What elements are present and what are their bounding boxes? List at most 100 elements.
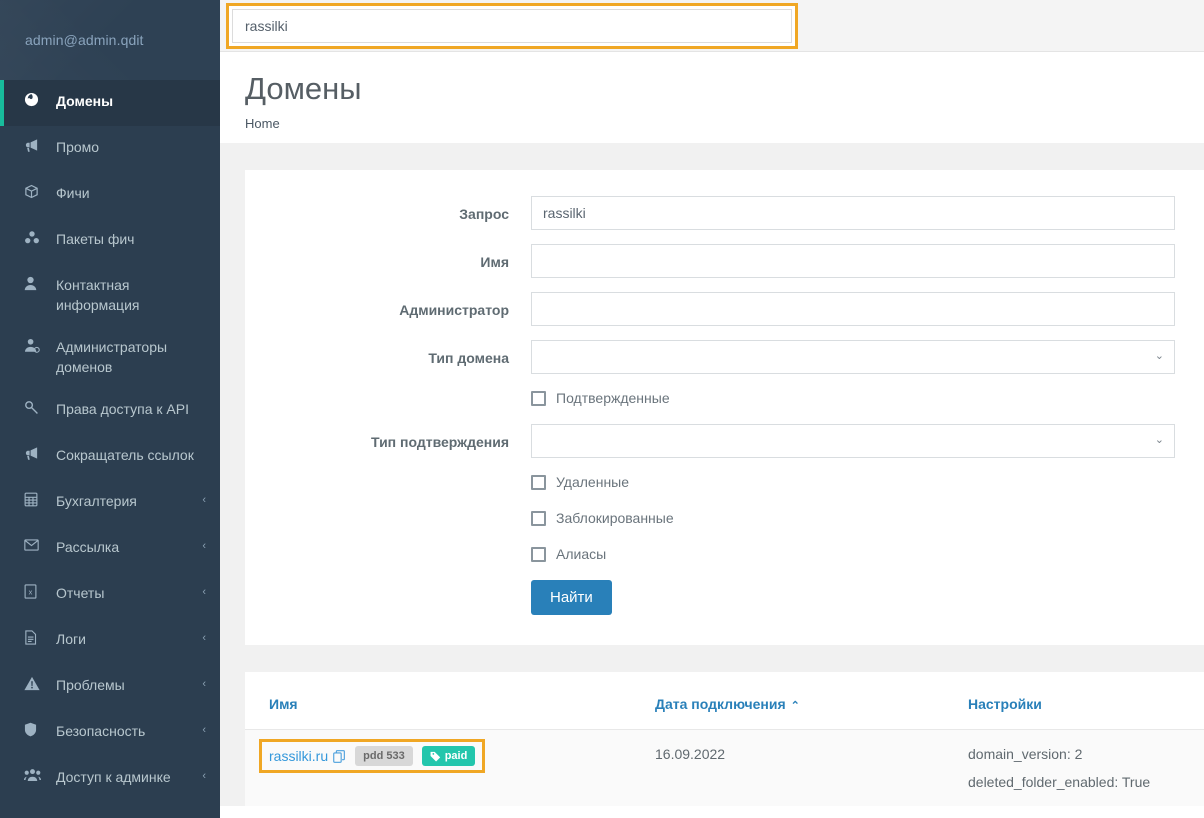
spacer-mid bbox=[220, 645, 1204, 672]
shield-icon bbox=[24, 721, 46, 737]
user-panel: admin@admin.qdit bbox=[0, 0, 220, 80]
results-table-head: Имя Дата подключения ⌃ Настройки bbox=[245, 672, 1204, 730]
excel-file-icon: x bbox=[24, 583, 46, 599]
chevron-left-icon[interactable]: ‹ bbox=[202, 767, 206, 785]
chevron-left-icon[interactable]: ‹ bbox=[202, 583, 206, 601]
sidebar-item-label: Бухгалтерия bbox=[56, 493, 137, 509]
sidebar-item-5[interactable]: Контактная информация bbox=[0, 264, 220, 326]
sidebar-item-14[interactable]: Безопасность ‹ bbox=[0, 710, 220, 756]
form-row-confirm-type: Тип подтверждения ⌄ bbox=[245, 424, 1204, 458]
copy-icon[interactable] bbox=[333, 749, 346, 763]
table-row: rassilki.ru pdd 533 paid 16.09.2022 domain_v… bbox=[245, 729, 1204, 806]
sidebar-item-label: Права доступа к API bbox=[56, 401, 189, 417]
domain-link[interactable]: rassilki.ru bbox=[269, 748, 328, 764]
confirm-type-label: Тип подтверждения bbox=[371, 434, 509, 450]
blocked-checkbox-label[interactable]: Заблокированные bbox=[556, 510, 674, 526]
sidebar-item-label: Домены bbox=[56, 93, 114, 109]
global-search-highlight bbox=[226, 3, 798, 49]
sidebar-item-label: Рассылка bbox=[56, 539, 120, 555]
topbar bbox=[220, 0, 1204, 52]
sidebar-item-11[interactable]: x Отчеты ‹ bbox=[0, 572, 220, 618]
file-text-icon bbox=[24, 629, 46, 645]
name-field[interactable] bbox=[531, 244, 1175, 278]
page-title: Домены bbox=[245, 71, 362, 106]
column-header-1[interactable]: Имя bbox=[245, 672, 645, 730]
sidebar-item-3[interactable]: Фичи bbox=[0, 172, 220, 218]
main-content: Домены Home Запрос Имя Администратор Тип до… bbox=[220, 52, 1204, 818]
table-header-row: Имя Дата подключения ⌃ Настройки bbox=[245, 672, 1204, 730]
sidebar-item-label: Безопасность bbox=[56, 723, 146, 739]
confirm-type-select[interactable] bbox=[531, 424, 1175, 458]
domain-type-select-wrap: ⌄ bbox=[531, 340, 1175, 374]
chevron-left-icon[interactable]: ‹ bbox=[202, 491, 206, 509]
admin-field-label: Администратор bbox=[399, 302, 509, 318]
sidebar-item-4[interactable]: Пакеты фич bbox=[0, 218, 220, 264]
sidebar-item-8[interactable]: Сокращатель ссылок bbox=[0, 434, 220, 480]
search-submit-button[interactable]: Найти bbox=[531, 580, 612, 615]
sidebar-item-label: Отчеты bbox=[56, 585, 105, 601]
form-row-admin-field: Администратор bbox=[245, 292, 1204, 326]
admin-field[interactable] bbox=[531, 292, 1175, 326]
aliases-checkbox-label[interactable]: Алиасы bbox=[556, 546, 606, 562]
domain-type-select-label: Тип домена bbox=[428, 350, 509, 366]
domain-filter-form: Запрос Имя Администратор Тип домена ⌄ Подтвер… bbox=[245, 170, 1204, 645]
blocked-checkbox[interactable] bbox=[531, 510, 546, 526]
tag-icon bbox=[430, 751, 441, 762]
cell-connection-date: 16.09.2022 bbox=[645, 729, 950, 806]
chevron-left-icon[interactable]: ‹ bbox=[202, 675, 206, 693]
name-field-label: Имя bbox=[480, 254, 509, 270]
content-body: Запрос Имя Администратор Тип домена ⌄ Подтвер… bbox=[220, 143, 1204, 806]
aliases-checkbox[interactable] bbox=[531, 546, 546, 562]
sidebar-item-label: Администраторы доменов bbox=[56, 339, 168, 375]
sidebar-item-label: Логи bbox=[56, 631, 86, 647]
sidebar-item-15[interactable]: Доступ к админке ‹ bbox=[0, 756, 220, 802]
form-row-name-field: Имя bbox=[245, 244, 1204, 278]
column-header-3[interactable]: Настройки bbox=[950, 672, 1204, 730]
user-icon bbox=[24, 275, 46, 291]
sidebar-item-13[interactable]: Проблемы ‹ bbox=[0, 664, 220, 710]
chevron-left-icon[interactable]: ‹ bbox=[202, 721, 206, 739]
chevron-left-icon[interactable]: ‹ bbox=[202, 537, 206, 555]
cubes-icon bbox=[24, 229, 46, 245]
confirmed-checkbox-label[interactable]: Подтвержденные bbox=[556, 390, 670, 406]
warning-icon bbox=[24, 675, 46, 691]
sidebar-item-10[interactable]: Рассылка ‹ bbox=[0, 526, 220, 572]
sidebar-item-2[interactable]: Промо bbox=[0, 126, 220, 172]
form-row-domain-type-select: Тип домена ⌄ bbox=[245, 340, 1204, 374]
sidebar-item-7[interactable]: Права доступа к API bbox=[0, 388, 220, 434]
query-field[interactable] bbox=[531, 196, 1175, 230]
sort-ascending-icon: ⌃ bbox=[790, 700, 800, 712]
column-header-2[interactable]: Дата подключения ⌃ bbox=[645, 672, 950, 730]
cube-icon bbox=[24, 183, 46, 199]
sidebar-item-12[interactable]: Логи ‹ bbox=[0, 618, 220, 664]
column-header-label: Дата подключения bbox=[655, 696, 786, 712]
sidebar-item-label: Сокращатель ссылок bbox=[56, 447, 194, 463]
page-header: Домены Home bbox=[220, 52, 1204, 143]
domain-type-select[interactable] bbox=[531, 340, 1175, 374]
confirmed-checkbox[interactable] bbox=[531, 390, 546, 406]
cell-settings: domain_version: 2 deleted_folder_enabled:… bbox=[950, 729, 1204, 806]
sidebar-item-6[interactable]: Администраторы доменов bbox=[0, 326, 220, 388]
column-header-label: Имя bbox=[269, 696, 298, 712]
sidebar-item-label: Проблемы bbox=[56, 677, 125, 693]
svg-text:x: x bbox=[29, 587, 33, 596]
users-icon bbox=[24, 767, 46, 782]
tag-badge-label: pdd 533 bbox=[363, 750, 405, 762]
deleted-checkbox-label[interactable]: Удаленные bbox=[556, 474, 629, 490]
domain-name-highlight: rassilki.ru pdd 533 paid bbox=[259, 739, 486, 773]
sidebar-item-label: Промо bbox=[56, 139, 100, 155]
sidebar-nav: Домены Промо Фичи Пакеты фич Контактная инфо… bbox=[0, 80, 220, 802]
sidebar-item-1[interactable]: Домены bbox=[0, 80, 220, 126]
chevron-left-icon[interactable]: ‹ bbox=[202, 629, 206, 647]
key-icon bbox=[24, 399, 46, 415]
sidebar: admin@admin.qdit Домены Промо Фичи Пакеты ф… bbox=[0, 0, 220, 818]
sidebar-item-label: Доступ к админке bbox=[56, 769, 171, 785]
sidebar-item-label: Контактная информация bbox=[56, 277, 140, 313]
user-gear-icon bbox=[24, 337, 46, 353]
results-table-body: rassilki.ru pdd 533 paid 16.09.2022 domain_v… bbox=[245, 729, 1204, 806]
tag-badge-2: paid bbox=[421, 746, 476, 766]
global-search-input[interactable] bbox=[232, 9, 792, 43]
tag-badge-1: pdd 533 bbox=[355, 746, 413, 766]
deleted-checkbox[interactable] bbox=[531, 474, 546, 490]
sidebar-item-9[interactable]: Бухгалтерия ‹ bbox=[0, 480, 220, 526]
